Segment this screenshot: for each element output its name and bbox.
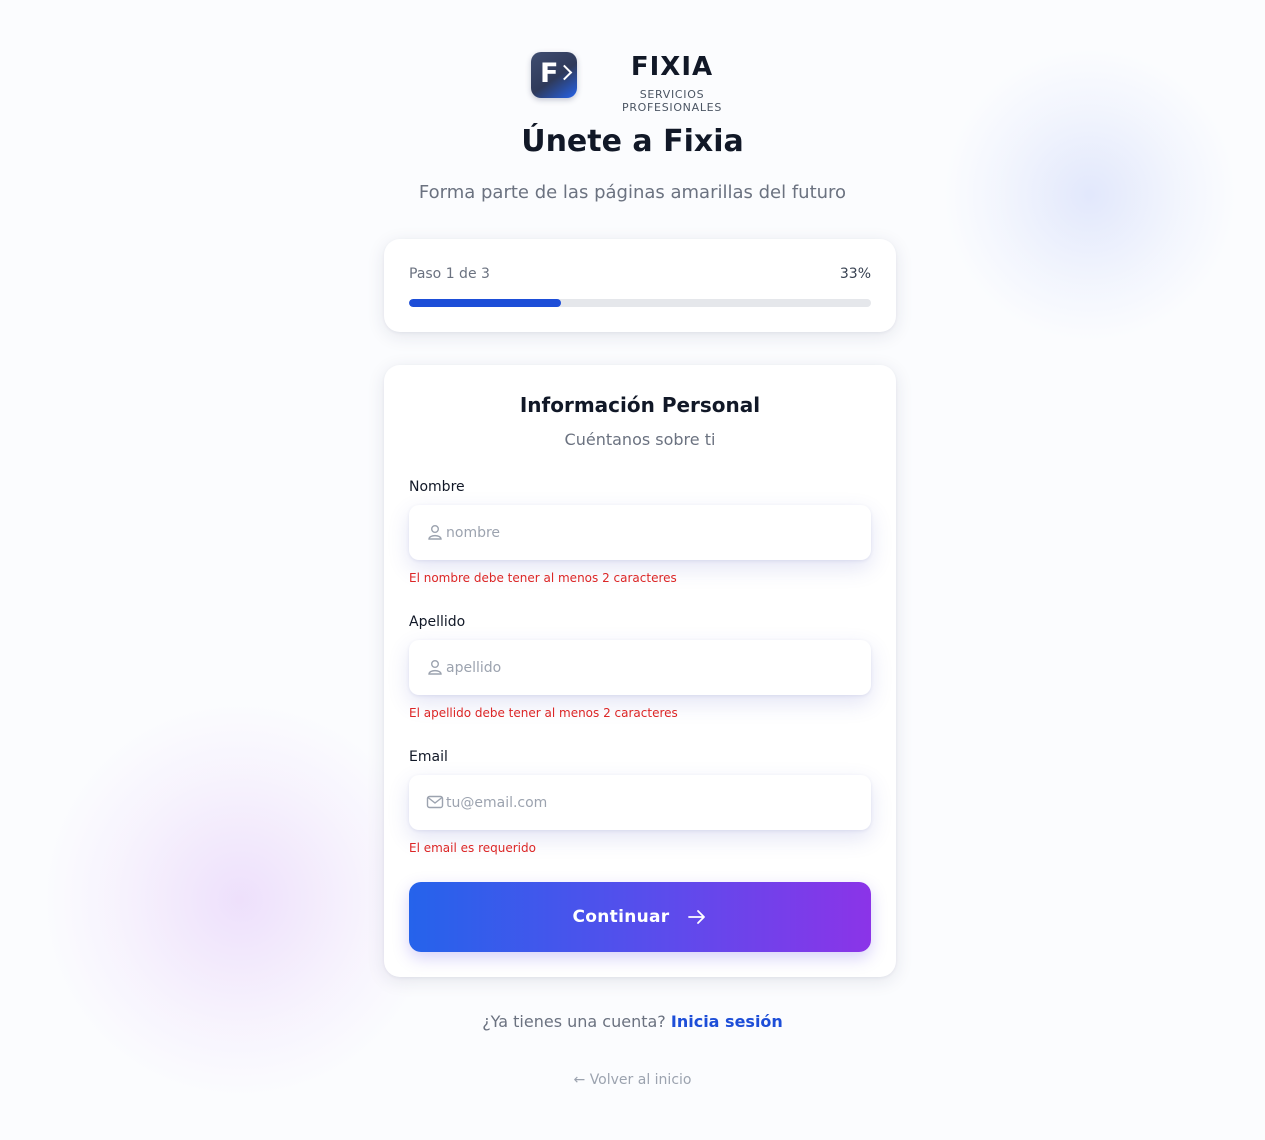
continue-button[interactable]: Continuar (409, 882, 871, 952)
progress-track (409, 299, 871, 307)
logo-chevron (556, 64, 573, 81)
apellido-input[interactable] (446, 640, 856, 695)
brand-name: FIXIA (630, 52, 714, 82)
login-prompt: ¿Ya tienes una cuenta? (482, 1012, 666, 1031)
form-title: Información Personal (519, 393, 761, 417)
user-icon (428, 525, 442, 540)
email-field[interactable] (409, 775, 871, 830)
back-home-link[interactable]: ← Volver al inicio (0, 1072, 1265, 1088)
login-prompt-line: ¿Ya tienes una cuenta? Inicia sesión (0, 1012, 1265, 1031)
nombre-input[interactable] (446, 505, 856, 560)
progress-percent: 33% (839, 266, 871, 282)
nombre-field[interactable] (409, 505, 871, 560)
fixia-logo-icon: F (531, 52, 577, 98)
login-link[interactable]: Inicia sesión (671, 1012, 783, 1031)
nombre-label: Nombre (409, 479, 465, 495)
brand-header[interactable]: F FIXIA SERVICIOS PROFESIONALES (531, 52, 753, 114)
progress-fill (409, 299, 562, 307)
apellido-label: Apellido (409, 614, 466, 630)
page-subtitle: Forma parte de las páginas amarillas del… (418, 182, 847, 203)
progress-card: Paso 1 de 3 33% (384, 239, 896, 332)
page-title: Únete a Fixia (521, 124, 744, 159)
mail-icon (426, 795, 444, 809)
email-input[interactable] (446, 775, 856, 830)
email-label: Email (409, 749, 448, 765)
background-blob-purple (40, 700, 440, 1100)
form-card: Información Personal Cuéntanos sobre ti … (384, 365, 896, 977)
step-label: Paso 1 de 3 (409, 266, 490, 282)
nombre-error: El nombre debe tener al menos 2 caracter… (409, 571, 677, 585)
apellido-field[interactable] (409, 640, 871, 695)
form-subtitle: Cuéntanos sobre ti (564, 430, 716, 449)
apellido-error: El apellido debe tener al menos 2 caract… (409, 706, 678, 720)
brand-tagline: SERVICIOS PROFESIONALES (621, 88, 722, 114)
email-error: El email es requerido (409, 841, 536, 855)
continue-label: Continuar (572, 907, 670, 927)
arrow-right-icon (688, 910, 706, 924)
logo-letter: F (540, 58, 559, 89)
user-icon (428, 660, 442, 675)
